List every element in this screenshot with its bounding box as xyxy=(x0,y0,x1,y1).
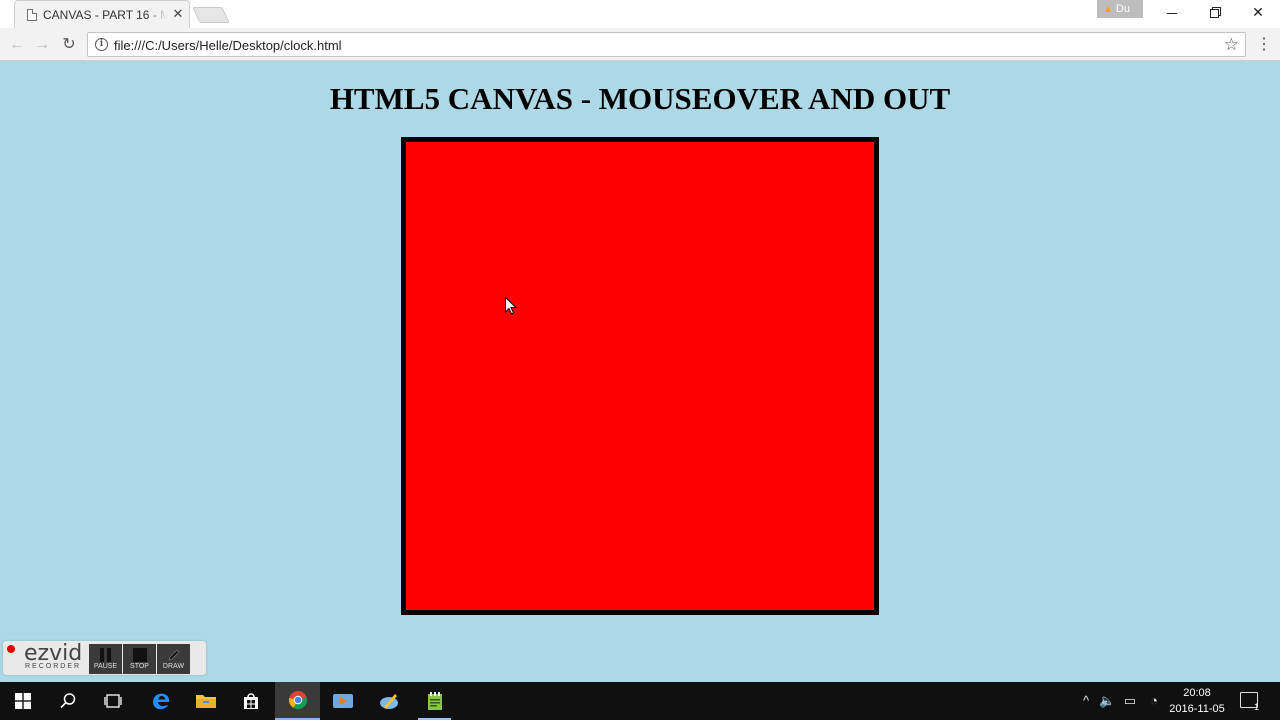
window-minimize-button[interactable] xyxy=(1150,0,1194,24)
restore-icon xyxy=(1209,8,1219,18)
chrome-icon xyxy=(288,691,307,710)
wifi-icon[interactable]: ◔ xyxy=(1146,692,1162,710)
close-icon: ✕ xyxy=(1252,4,1264,20)
draw-label: DRAW xyxy=(162,663,185,670)
start-button[interactable] xyxy=(0,682,45,720)
profile-label: Du xyxy=(1115,3,1130,15)
video-player-icon xyxy=(332,694,353,708)
clock-date: 2016-11-05 xyxy=(1169,703,1225,715)
tab-close-icon[interactable]: ✕ xyxy=(171,7,185,21)
window-restore-button[interactable] xyxy=(1192,0,1236,24)
volume-icon[interactable]: 🔈 xyxy=(1099,692,1115,710)
notification-count-badge: 1 xyxy=(1254,702,1260,712)
browser-toolbar: ← → ↻ i file:///C:/Users/Helle/Desktop/c… xyxy=(0,28,1280,61)
back-button[interactable]: ← xyxy=(6,34,28,56)
recorder-pause-button[interactable]: PAUSE xyxy=(89,644,122,674)
search-icon xyxy=(59,693,75,709)
pause-icon xyxy=(99,648,113,662)
profile-badge[interactable]: ▲ Du xyxy=(1097,0,1143,18)
browser-tab-strip: CANVAS - PART 16 - MOUSEOVER AND OUT ✕ ▲… xyxy=(0,0,1280,28)
taskbar-clock[interactable]: 20:08 2016-11-05 xyxy=(1166,685,1228,717)
warning-icon: ▲ xyxy=(1103,4,1113,15)
folder-icon xyxy=(195,695,216,708)
browser-tab-active[interactable]: CANVAS - PART 16 - MOUSEOVER AND OUT ✕ xyxy=(14,0,190,28)
arrow-left-icon: ← xyxy=(9,36,25,53)
mouse-cursor-icon xyxy=(505,297,517,315)
page-favicon-icon xyxy=(27,9,37,21)
new-tab-button[interactable] xyxy=(192,7,230,23)
task-view-button[interactable] xyxy=(90,682,135,720)
edge-browser-icon xyxy=(152,693,169,710)
tray-chevron-up-icon[interactable]: ^ xyxy=(1079,692,1093,710)
browser-menu-icon[interactable]: ⋮ xyxy=(1256,34,1272,56)
recorder-stop-button[interactable]: STOP xyxy=(123,644,156,674)
task-view-icon xyxy=(103,694,122,708)
taskbar-file-explorer[interactable] xyxy=(183,682,228,720)
pen-icon xyxy=(168,649,180,661)
taskbar-media-app[interactable] xyxy=(320,682,365,720)
taskbar-edge[interactable] xyxy=(138,682,183,720)
recording-indicator-icon xyxy=(7,645,15,653)
notepad-icon xyxy=(427,692,442,710)
pause-label: PAUSE xyxy=(93,663,118,670)
forward-button[interactable]: → xyxy=(31,34,53,56)
reload-icon: ↻ xyxy=(62,36,76,53)
windows-logo-icon xyxy=(14,693,31,709)
store-icon xyxy=(243,693,258,709)
ezvid-recorder-widget: ezvid RECORDER PAUSE STOP DRAW xyxy=(3,641,206,675)
url-text[interactable]: file:///C:/Users/Helle/Desktop/clock.htm… xyxy=(114,38,342,53)
window-close-button[interactable]: ✕ xyxy=(1236,0,1280,24)
recorder-draw-button[interactable]: DRAW xyxy=(157,644,190,674)
stop-icon xyxy=(133,648,147,662)
bookmark-star-icon[interactable]: ☆ xyxy=(1224,35,1239,55)
tab-title: CANVAS - PART 16 - MOUSEOVER AND OUT xyxy=(43,8,167,22)
search-button[interactable] xyxy=(45,682,90,720)
address-bar[interactable]: i file:///C:/Users/Helle/Desktop/clock.h… xyxy=(87,32,1246,57)
battery-icon[interactable]: ▭ xyxy=(1122,692,1138,710)
paint-brush-icon xyxy=(379,694,398,709)
stop-label: STOP xyxy=(130,663,149,670)
minimize-icon xyxy=(1167,12,1177,14)
arrow-right-icon: → xyxy=(34,36,50,53)
info-icon[interactable]: i xyxy=(95,38,108,51)
taskbar-notepad-app[interactable] xyxy=(412,682,457,720)
windows-taskbar: ^ 🔈 ▭ ◔ 20:08 2016-11-05 1 xyxy=(0,682,1280,720)
page-heading: HTML5 CANVAS - MOUSEOVER AND OUT xyxy=(329,81,951,116)
clock-time: 20:08 xyxy=(1183,687,1211,699)
taskbar-store[interactable] xyxy=(228,682,273,720)
reload-button[interactable]: ↻ xyxy=(58,34,80,56)
ezvid-subtitle: RECORDER xyxy=(25,663,82,670)
taskbar-paint-app[interactable] xyxy=(366,682,411,720)
taskbar-chrome[interactable] xyxy=(275,682,320,720)
drawing-canvas[interactable] xyxy=(401,137,879,615)
